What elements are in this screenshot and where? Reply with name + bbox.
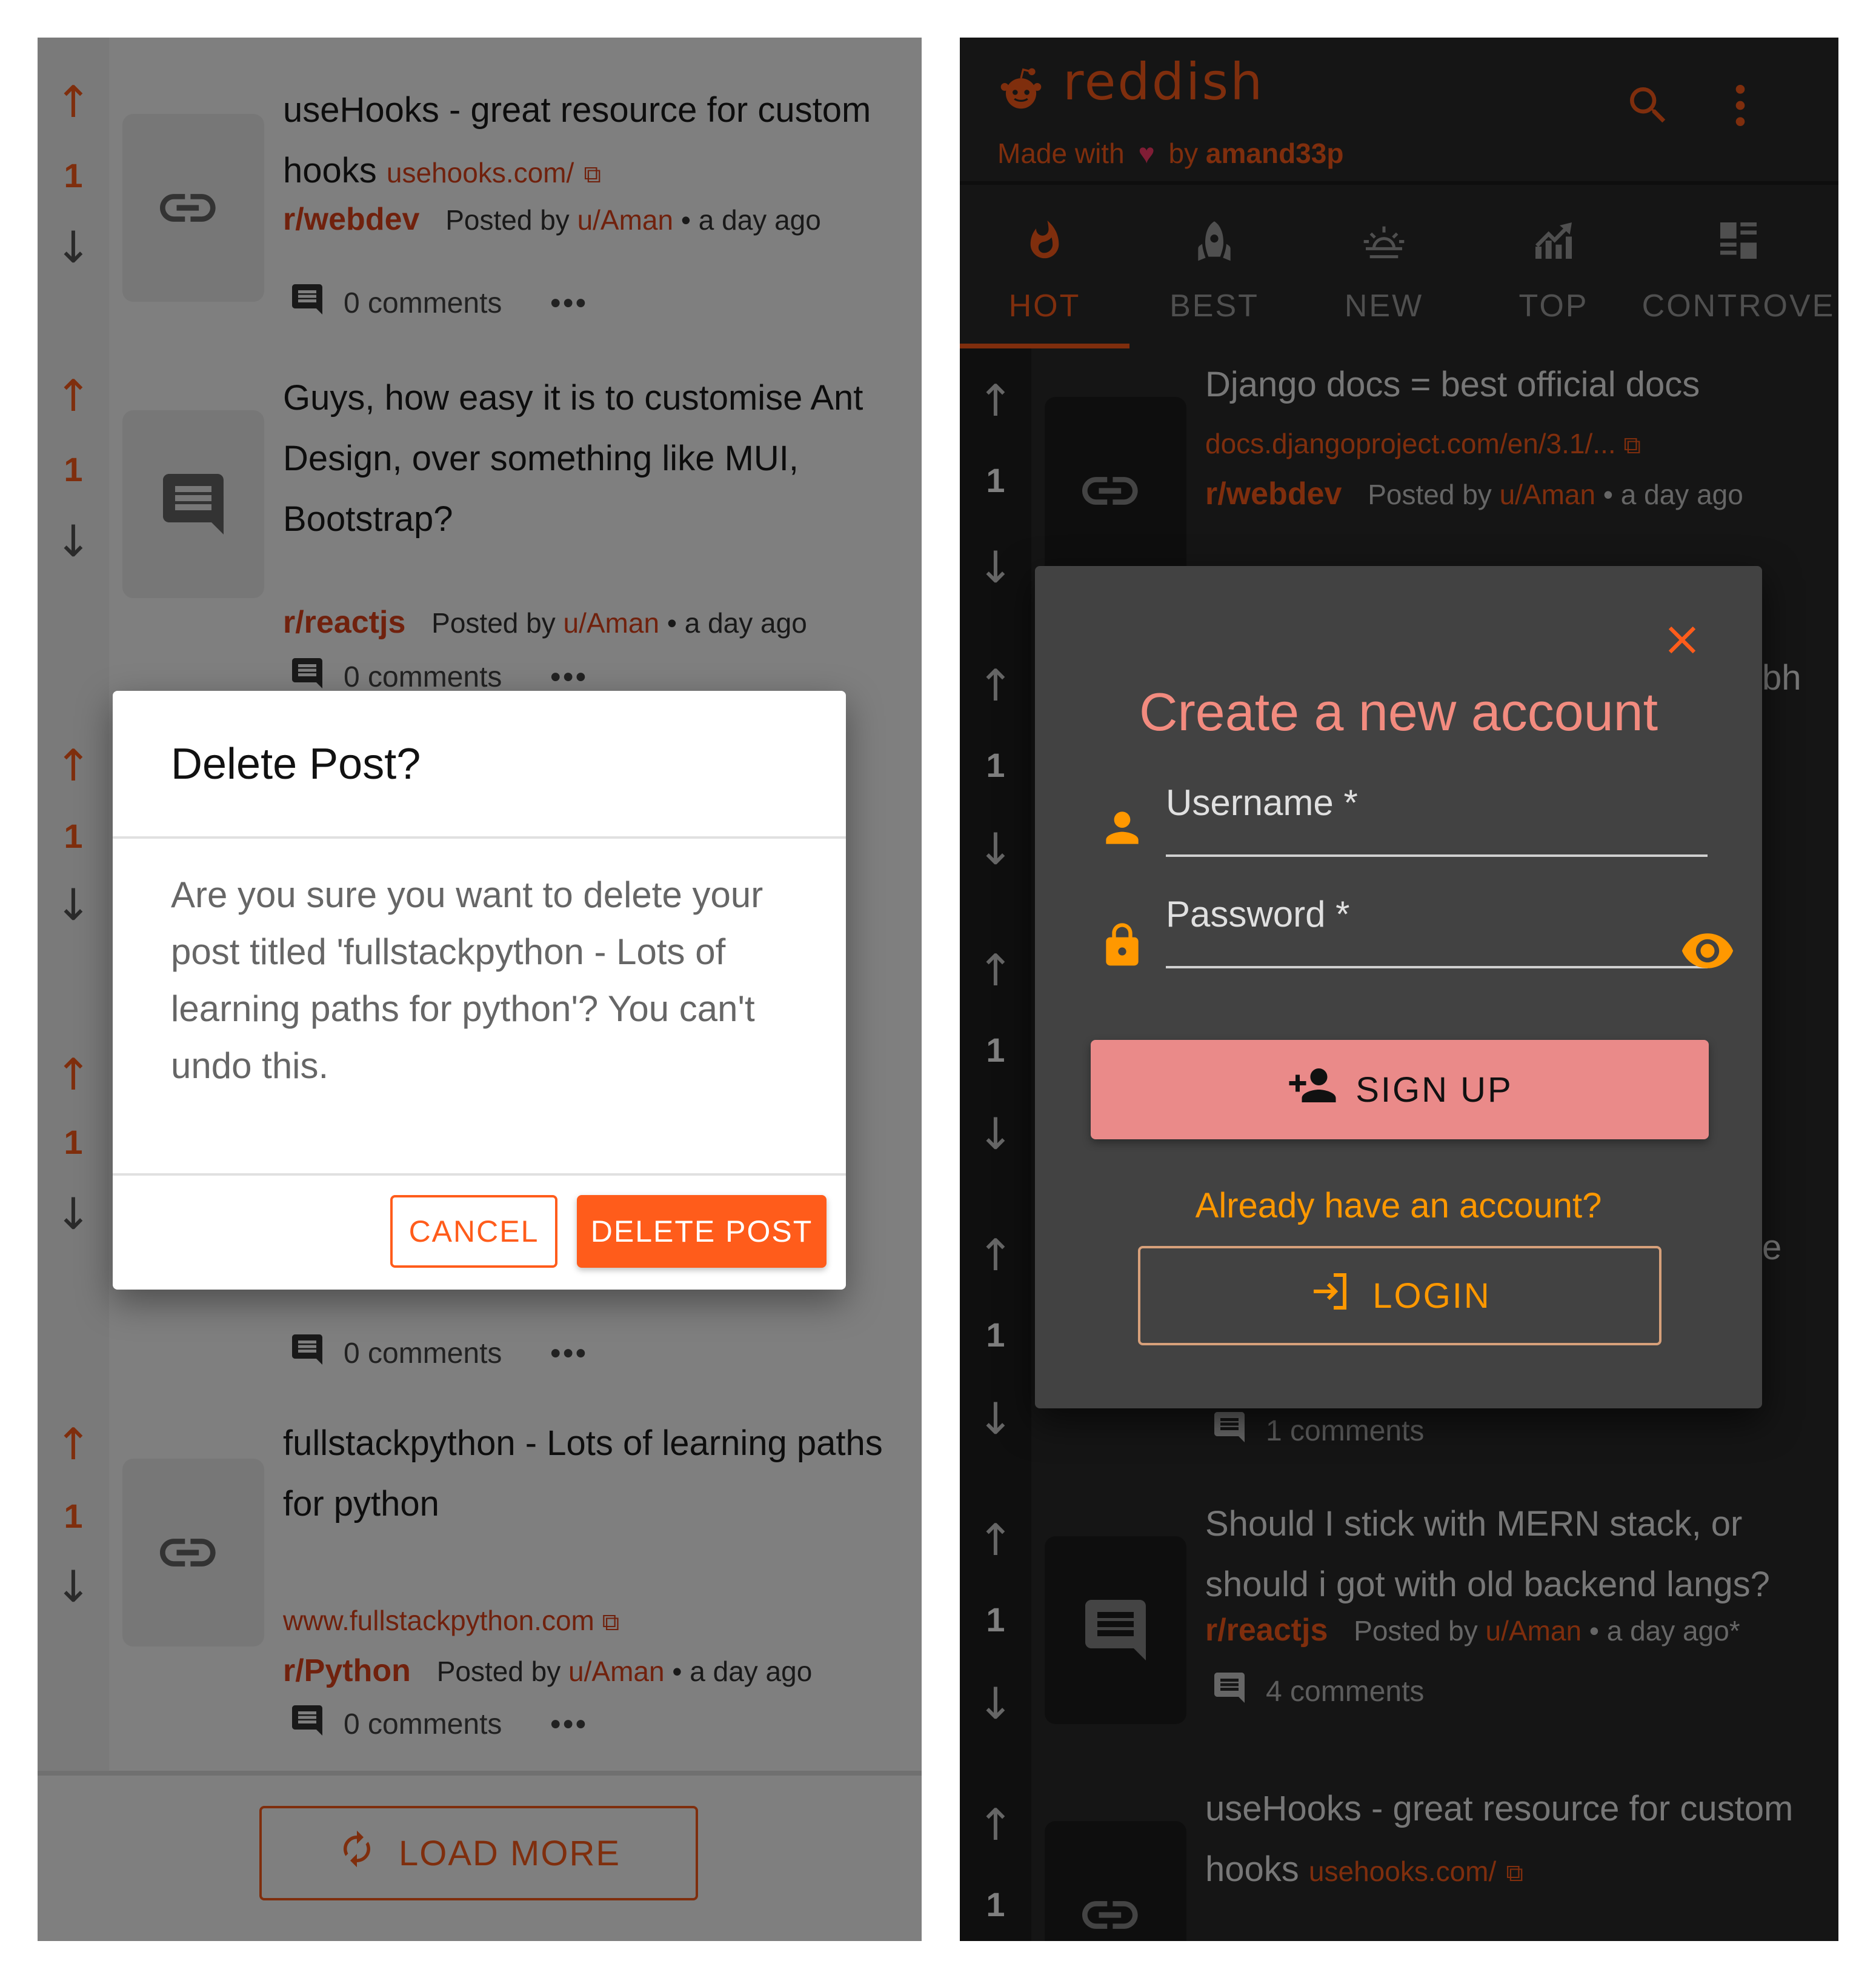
delete-post-dialog: Delete Post? Are you sure you want to de… [113, 691, 846, 1290]
password-field[interactable]: Password * [1166, 875, 1708, 968]
login-button[interactable]: LOGIN [1138, 1246, 1661, 1345]
username-label: Username * [1166, 782, 1358, 823]
dark-theme-screen: reddish Made with ♥ by amand33p HOT BEST… [960, 38, 1838, 1941]
login-icon [1308, 1270, 1352, 1322]
cancel-button[interactable]: CANCEL [390, 1195, 557, 1268]
lock-icon [1098, 916, 1146, 977]
dialog-title: Delete Post? [171, 740, 421, 788]
signup-button[interactable]: SIGN UP [1091, 1040, 1709, 1139]
divider [113, 836, 846, 839]
signup-label: SIGN UP [1355, 1070, 1513, 1110]
dialog-title: Create a new account [1139, 682, 1658, 742]
delete-post-button[interactable]: DELETE POST [577, 1195, 827, 1268]
person-add-icon [1286, 1064, 1339, 1115]
visibility-toggle-icon[interactable] [1680, 930, 1735, 975]
close-icon[interactable] [1659, 617, 1705, 666]
signup-dialog: Create a new account Username * Password… [1035, 566, 1762, 1408]
already-account-text: Already have an account? [1195, 1186, 1602, 1225]
login-label: LOGIN [1372, 1276, 1491, 1316]
password-label: Password * [1166, 894, 1350, 934]
divider [113, 1173, 846, 1176]
dialog-message: Are you sure you want to delete your pos… [171, 874, 763, 1086]
username-field[interactable]: Username * [1166, 764, 1708, 857]
light-theme-screen: ↑ 1 ↓ useHooks - great resource for cust… [38, 38, 922, 1941]
person-icon [1098, 804, 1146, 855]
